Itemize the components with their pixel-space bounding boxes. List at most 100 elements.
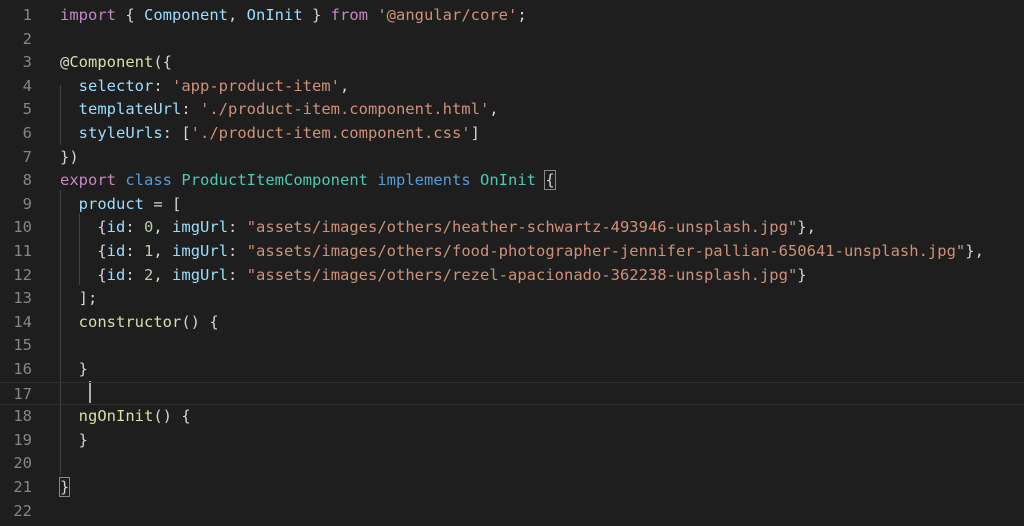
code-line[interactable]: 13 ]; — [0, 287, 1024, 311]
code-text: }) — [60, 146, 79, 170]
code-line[interactable]: 18 ngOnInit() { — [0, 405, 1024, 429]
code-line[interactable]: 22 — [0, 500, 1024, 524]
code-token: product — [78, 194, 144, 213]
code-token: ngOnInit — [78, 407, 154, 426]
line-number: 21 — [13, 478, 32, 496]
code-text: product = [ — [60, 193, 182, 217]
code-token: ; — [517, 6, 527, 24]
code-token: } — [58, 477, 71, 497]
code-line[interactable]: 21} — [0, 476, 1024, 500]
code-token: = [ — [144, 194, 182, 213]
code-token: './product-item.component.html' — [200, 100, 490, 119]
code-token: OnInit — [480, 171, 537, 190]
code-token: 2 — [144, 265, 154, 284]
code-text: {id: 0, imgUrl: "assets/images/others/he… — [60, 216, 816, 240]
code-token: constructor — [78, 312, 182, 331]
line-number: 19 — [13, 430, 32, 449]
code-text: selector: 'app-product-item', — [60, 75, 350, 99]
code-token: ] — [470, 124, 480, 142]
code-editor[interactable]: 1 import { Component, OnInit } from '@ang… — [0, 0, 1024, 526]
code-text: } — [60, 358, 88, 382]
code-token: OnInit — [246, 6, 303, 24]
code-line[interactable]: 6 styleUrls: ['./product-item.component.… — [0, 122, 1024, 146]
code-token: : — [181, 100, 200, 119]
code-token: imgUrl — [172, 218, 229, 237]
code-line[interactable]: 15 — [0, 334, 1024, 358]
code-line[interactable]: 16 } — [0, 358, 1024, 382]
line-number: 10 — [13, 218, 32, 237]
code-token: : — [228, 242, 247, 260]
code-token: : [ — [162, 124, 191, 142]
code-text: } — [60, 429, 88, 453]
code-line[interactable]: 3 @Component({ — [0, 51, 1024, 75]
code-token: , — [489, 100, 499, 119]
code-token: 0 — [144, 218, 154, 237]
code-token: , — [228, 6, 247, 24]
code-token: class — [125, 171, 173, 190]
code-token: : — [228, 218, 247, 237]
code-line[interactable]: 19 } — [0, 429, 1024, 453]
code-line[interactable]: 17 — [0, 381, 1024, 406]
code-line[interactable]: 11 {id: 1, imgUrl: "assets/images/others… — [0, 240, 1024, 264]
code-token: }) — [60, 147, 79, 166]
code-line[interactable]: 4 selector: 'app-product-item', — [0, 75, 1024, 99]
code-line[interactable]: 9 product = [ — [0, 193, 1024, 217]
code-line[interactable]: 8 export class ProductItemComponent imple… — [0, 169, 1024, 193]
code-line[interactable]: 2 — [0, 28, 1024, 52]
code-text: ngOnInit() { — [60, 405, 191, 429]
code-token: } — [302, 6, 331, 24]
line-number: 1 — [22, 6, 32, 24]
code-line[interactable]: 7}) — [0, 146, 1024, 170]
code-token: () { — [153, 407, 191, 426]
code-text: templateUrl: './product-item.component.h… — [60, 98, 499, 122]
code-token: : — [125, 242, 145, 260]
code-line[interactable]: 10 {id: 0, imgUrl: "assets/images/others… — [0, 216, 1024, 240]
line-number: 20 — [13, 454, 32, 473]
line-number: 8 — [22, 171, 32, 190]
code-token: : — [125, 265, 145, 284]
code-token: { — [60, 265, 107, 284]
code-line[interactable]: 12 {id: 2, imgUrl: "assets/images/others… — [0, 264, 1024, 288]
code-token: : — [153, 76, 172, 95]
code-text: import { Component, OnInit } from '@angu… — [60, 4, 527, 28]
code-token: ProductItemComponent — [181, 171, 368, 190]
line-number: 13 — [13, 289, 32, 308]
code-token: , — [153, 265, 173, 284]
code-token: styleUrls — [78, 124, 163, 142]
code-line[interactable]: 5 templateUrl: './product-item.component… — [0, 98, 1024, 122]
code-token: ]; — [60, 289, 98, 308]
code-token: @ — [60, 53, 70, 72]
code-token: , — [339, 76, 350, 95]
code-token: implements — [377, 171, 471, 190]
code-token: , — [153, 218, 173, 237]
line-number: 3 — [22, 53, 32, 72]
code-token: { — [60, 242, 107, 260]
line-number: 7 — [22, 147, 32, 166]
line-number: 17 — [13, 384, 32, 403]
code-token: { — [544, 170, 556, 191]
code-token: './product-item.component.css' — [190, 124, 471, 142]
code-token: : — [125, 218, 145, 237]
code-token: templateUrl — [78, 100, 182, 119]
code-token: Component — [144, 6, 228, 24]
code-line[interactable]: 20 — [0, 452, 1024, 476]
code-line[interactable]: 14 constructor() { — [0, 311, 1024, 335]
code-token: }, — [965, 242, 984, 260]
code-token: id — [106, 265, 126, 284]
code-line[interactable]: 1 import { Component, OnInit } from '@ang… — [0, 4, 1024, 28]
code-token: Component — [69, 53, 154, 72]
code-text: } — [58, 476, 71, 500]
code-token: imgUrl — [172, 265, 229, 284]
line-number: 2 — [22, 29, 32, 48]
line-number: 18 — [13, 407, 32, 426]
code-text: export class ProductItemComponent implem… — [60, 169, 556, 193]
